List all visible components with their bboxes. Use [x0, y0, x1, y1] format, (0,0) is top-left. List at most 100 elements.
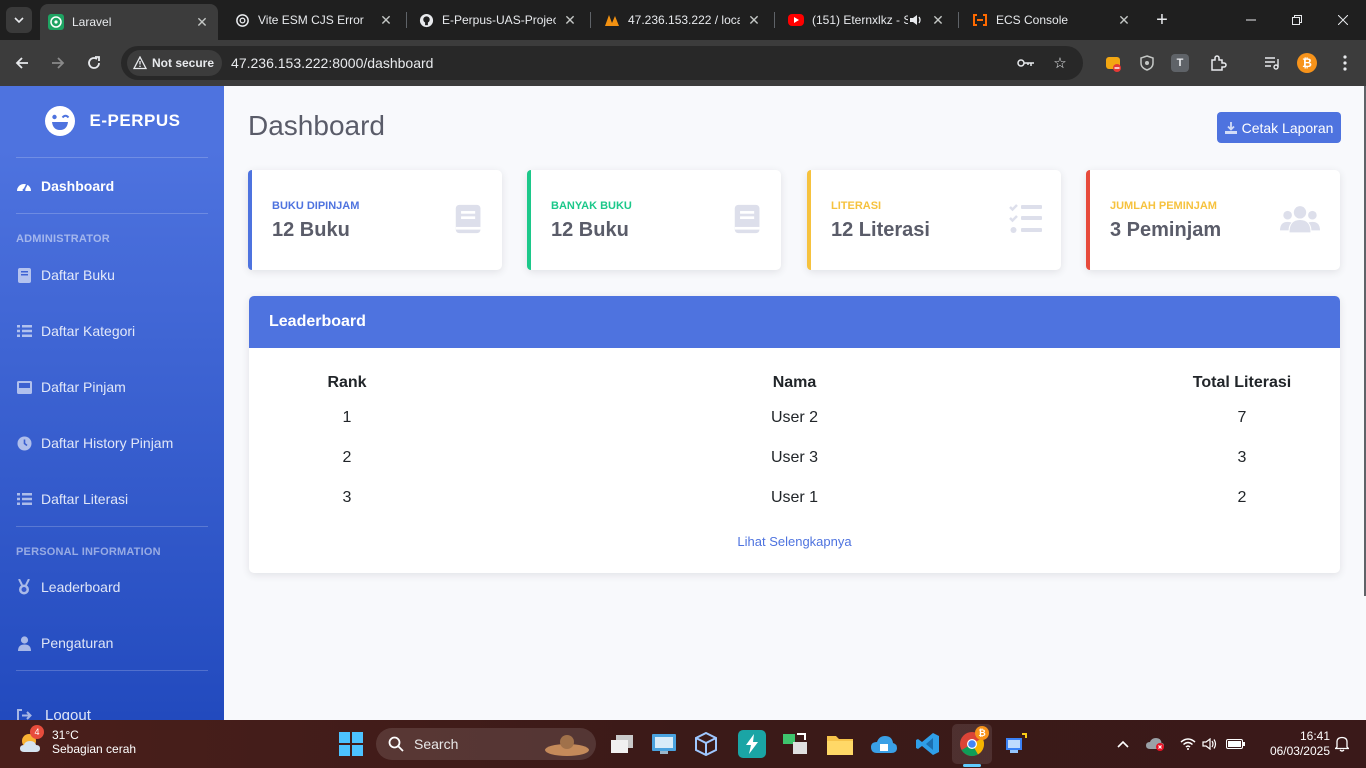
chevron-up-icon[interactable]	[1113, 734, 1133, 754]
tab-title: ECS Console	[996, 13, 1069, 27]
reload-icon	[88, 56, 100, 69]
table-cell-total: 7	[1237, 409, 1247, 426]
sidebar-item-logout[interactable]: Logout	[16, 703, 216, 720]
sidebar-item-leaderboard[interactable]: Leaderboard	[16, 575, 216, 599]
minimize-button[interactable]	[1228, 0, 1274, 40]
vscode-icon[interactable]	[914, 730, 942, 758]
tab-github[interactable]: E-Perpus-UAS-Project ✕	[410, 4, 586, 36]
extension-honey-icon[interactable]	[1102, 52, 1124, 74]
windows-start-icon[interactable]	[339, 732, 363, 756]
brand-name: E-PERPUS	[89, 111, 181, 130]
tab-search-button[interactable]	[6, 7, 32, 33]
card-label: BUKU DIPINJAM	[272, 200, 360, 212]
battery-icon[interactable]	[1226, 734, 1246, 754]
bolt-app-icon[interactable]	[738, 730, 766, 758]
weather-widget[interactable]: 4 31°C Sebagian cerah	[18, 725, 136, 756]
close-icon[interactable]: ✕	[194, 14, 210, 30]
sidebar-item-dashboard[interactable]: Dashboard	[16, 174, 216, 198]
sidebar-item-daftar-kategori[interactable]: Daftar Kategori	[16, 319, 216, 343]
new-tab-button[interactable]: +	[1150, 8, 1174, 32]
file-explorer-icon[interactable]	[826, 730, 854, 758]
table-cell-nama: User 1	[770, 489, 819, 506]
tasks-icon	[1009, 204, 1042, 233]
network-app-icon[interactable]	[782, 730, 810, 758]
cloud-app-icon[interactable]	[870, 730, 898, 758]
reload-button[interactable]	[81, 50, 107, 76]
sidebar-item-label: Daftar Buku	[41, 267, 115, 283]
stat-card-literasi: LITERASI 12 Literasi	[807, 170, 1061, 270]
tab-ecs-console[interactable]: ECS Console ✕	[964, 4, 1140, 36]
taskbar-search[interactable]: Search	[376, 728, 596, 760]
brand[interactable]: E-PERPUS	[0, 86, 224, 156]
security-chip[interactable]: Not secure	[127, 50, 223, 76]
tab-laravel[interactable]: Laravel ✕	[40, 4, 218, 40]
tab-youtube[interactable]: (151) Eternxlkz - S ✕	[780, 4, 954, 36]
profile-avatar-icon[interactable]: ₿	[1297, 53, 1317, 73]
menu-kebab-icon[interactable]	[1334, 52, 1356, 74]
sidebar-item-label: Daftar Literasi	[41, 491, 129, 507]
sidebar-item-daftar-buku[interactable]: Daftar Buku	[16, 263, 216, 287]
tab-vite-error[interactable]: Vite ESM CJS Error ✕	[226, 4, 402, 36]
close-icon[interactable]: ✕	[378, 12, 394, 28]
sidebar-item-label: Logout	[45, 706, 91, 721]
sidebar-item-label: Pengaturan	[41, 635, 114, 651]
url-text[interactable]: 47.236.153.222:8000/dashboard	[231, 55, 433, 71]
onedrive-error-icon[interactable]	[1146, 734, 1166, 754]
arrow-right-icon	[52, 57, 65, 69]
control-panel-icon[interactable]	[650, 730, 678, 758]
task-view-icon[interactable]	[608, 730, 636, 758]
user-icon	[16, 635, 32, 651]
sidebar-divider	[16, 213, 208, 214]
close-window-button[interactable]	[1320, 0, 1366, 40]
remote-desktop-icon[interactable]	[1002, 730, 1030, 758]
arrow-left-icon	[15, 57, 28, 69]
extensions-puzzle-icon[interactable]	[1207, 52, 1229, 74]
print-report-button[interactable]: Cetak Laporan	[1217, 112, 1341, 143]
close-icon[interactable]: ✕	[1116, 12, 1132, 28]
close-icon[interactable]: ✕	[930, 12, 946, 28]
tab-separator	[958, 12, 959, 28]
openai-favicon-icon	[234, 12, 250, 28]
password-key-icon[interactable]	[1017, 54, 1035, 72]
sign-out-icon	[16, 707, 32, 720]
card-accent-bar	[527, 170, 531, 270]
sidebar-item-daftar-history[interactable]: Daftar History Pinjam	[16, 431, 216, 455]
wifi-icon[interactable]	[1178, 734, 1198, 754]
extension-t-icon[interactable]: T	[1171, 54, 1189, 72]
sidebar-item-daftar-pinjam[interactable]: Daftar Pinjam	[16, 375, 216, 399]
speaker-icon[interactable]	[908, 12, 924, 28]
back-button[interactable]	[9, 50, 35, 76]
warning-icon	[133, 56, 147, 70]
system-clock[interactable]: 16:41 06/03/2025	[1250, 729, 1330, 759]
forward-button[interactable]	[45, 50, 71, 76]
volume-icon[interactable]	[1200, 734, 1220, 754]
search-highlight-icon	[545, 735, 589, 756]
partly-sunny-icon: 4	[18, 725, 46, 756]
clock-icon	[16, 435, 32, 451]
tab-phpmyadmin[interactable]: 47.236.153.222 / local ✕	[596, 4, 770, 36]
address-bar[interactable]: Not secure 47.236.153.222:8000/dashboard…	[121, 46, 1083, 80]
sidebar-item-pengaturan[interactable]: Pengaturan	[16, 631, 216, 655]
close-icon[interactable]: ✕	[562, 12, 578, 28]
see-more-link[interactable]: Lihat Selengkapnya	[249, 534, 1340, 549]
close-icon[interactable]: ✕	[746, 12, 762, 28]
sidebar-item-daftar-literasi[interactable]: Daftar Literasi	[16, 487, 216, 511]
card-label: JUMLAH PEMINJAM	[1110, 200, 1217, 212]
restore-button[interactable]	[1274, 0, 1320, 40]
github-favicon-icon	[418, 12, 434, 28]
chrome-icon[interactable]: ₿	[958, 726, 989, 758]
table-header-row: Rank Nama Total Literasi	[249, 368, 1340, 398]
media-controls-icon[interactable]	[1261, 52, 1283, 74]
book-icon	[16, 267, 32, 283]
tab-separator	[406, 12, 407, 28]
table-cell-total: 3	[1237, 449, 1247, 466]
virtualbox-icon[interactable]	[692, 730, 720, 758]
leaderboard-table: Rank Nama Total Literasi 1 User 2 7 2 Us…	[249, 368, 1340, 518]
sidebar-item-label: Dashboard	[41, 178, 115, 194]
extension-shield-icon[interactable]	[1136, 52, 1158, 74]
active-app-indicator	[963, 764, 981, 767]
sidebar-divider	[16, 526, 208, 527]
notification-icon[interactable]	[1332, 734, 1352, 754]
bookmark-star-icon[interactable]: ☆	[1051, 54, 1069, 72]
sidebar-heading-personal: PERSONAL INFORMATION	[16, 546, 161, 558]
